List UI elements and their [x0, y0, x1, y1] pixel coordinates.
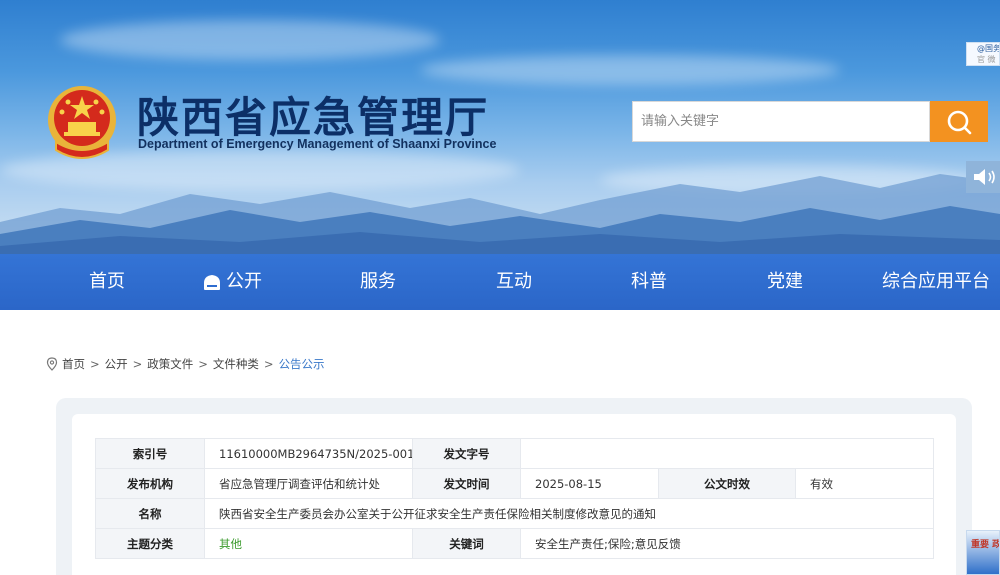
- topic-label: 主题分类: [95, 528, 205, 559]
- date-value: 2025-08-15: [520, 468, 659, 499]
- nav-item-interaction[interactable]: 互动: [473, 254, 555, 310]
- topic-value[interactable]: 其他: [204, 528, 413, 559]
- side-float-banner[interactable]: 重要 政: [966, 530, 1000, 575]
- name-label: 名称: [95, 498, 205, 529]
- nav-item-home[interactable]: 首页: [66, 254, 148, 310]
- mountains-graphic: [0, 174, 1000, 254]
- site-subtitle: Department of Emergency Management of Sh…: [138, 137, 497, 151]
- breadcrumb-separator: >: [263, 357, 274, 371]
- keywords-value: 安全生产责任;保险;意见反馈: [519, 528, 935, 559]
- document-metadata-table: 索引号 11610000MB2964735N/2025-00141 发文字号 发…: [95, 438, 935, 559]
- breadcrumb-policy-docs[interactable]: 政策文件: [147, 356, 193, 372]
- table-row: 索引号 11610000MB2964735N/2025-00141 发文字号: [95, 438, 935, 469]
- validity-value: 有效: [794, 468, 935, 499]
- speaker-button[interactable]: [966, 161, 1000, 193]
- header-banner: 陕西省应急管理厅 Department of Emergency Managem…: [0, 0, 1000, 254]
- breadcrumb-current[interactable]: 公告公示: [279, 356, 325, 372]
- site-title: 陕西省应急管理厅: [137, 93, 490, 142]
- breadcrumb-doc-types[interactable]: 文件种类: [213, 356, 259, 372]
- doc-number-value: [519, 438, 935, 469]
- speaker-icon: [974, 169, 995, 185]
- nav-item-label: 首页: [89, 271, 125, 292]
- issuer-label: 发布机构: [95, 468, 205, 499]
- nav-item-label: 服务: [360, 271, 396, 292]
- nav-item-party[interactable]: 党建: [744, 254, 826, 310]
- validity-label: 公文时效: [658, 468, 796, 499]
- nav-item-services[interactable]: 服务: [337, 254, 419, 310]
- breadcrumb-separator: >: [198, 357, 208, 371]
- keywords-label: 关键词: [412, 528, 521, 559]
- badge-line2: 官 微: [977, 55, 996, 64]
- search-input[interactable]: [632, 101, 930, 142]
- breadcrumb: 首页 > 公开 > 政策文件 > 文件种类 > 公告公示: [46, 356, 325, 372]
- breadcrumb-home[interactable]: 首页: [62, 356, 85, 372]
- table-row: 名称 陕西省安全生产委员会办公室关于公开征求安全生产责任保险相关制度修改意见的通…: [95, 498, 935, 529]
- date-label: 发文时间: [412, 468, 521, 499]
- search-icon: [947, 110, 972, 134]
- nav-item-public[interactable]: 公开: [186, 254, 278, 310]
- table-row: 主题分类 其他 关键词 安全生产责任;保险;意见反馈: [95, 528, 935, 559]
- breadcrumb-public[interactable]: 公开: [105, 356, 128, 372]
- nav-item-label: 科普: [631, 271, 667, 292]
- location-pin-icon: [46, 357, 58, 371]
- search-button[interactable]: [930, 101, 988, 142]
- nav-item-label: 公开: [226, 271, 262, 292]
- index-label: 索引号: [95, 438, 205, 469]
- home-icon: [204, 275, 220, 290]
- issuer-value: 省应急管理厅调查评估和统计处: [204, 468, 413, 499]
- nav-item-label: 互动: [496, 271, 532, 292]
- table-row: 发布机构 省应急管理厅调查评估和统计处 发文时间 2025-08-15 公文时效…: [95, 468, 935, 499]
- national-emblem-icon: [48, 86, 116, 159]
- nav-item-science[interactable]: 科普: [608, 254, 690, 310]
- index-value: 11610000MB2964735N/2025-00141: [204, 438, 413, 469]
- side-float-text: 重要 政: [971, 540, 1000, 550]
- name-value: 陕西省安全生产委员会办公室关于公开征求安全生产责任保险相关制度修改意见的通知: [203, 498, 935, 529]
- official-weibo-badge[interactable]: @国务 官 微: [966, 42, 1000, 66]
- breadcrumb-separator: >: [132, 357, 143, 371]
- nav-item-label: 综合应用平台: [882, 271, 990, 292]
- doc-number-label: 发文字号: [412, 438, 521, 469]
- breadcrumb-separator: >: [90, 357, 100, 371]
- nav-item-platform[interactable]: 综合应用平台: [876, 254, 996, 310]
- nav-item-label: 党建: [767, 271, 803, 292]
- badge-line1: @国务: [977, 44, 1000, 53]
- cloud: [60, 20, 440, 60]
- cloud: [420, 55, 840, 85]
- main-nav: 首页 公开 服务 互动 科普 党建 综合应用平台: [0, 254, 1000, 310]
